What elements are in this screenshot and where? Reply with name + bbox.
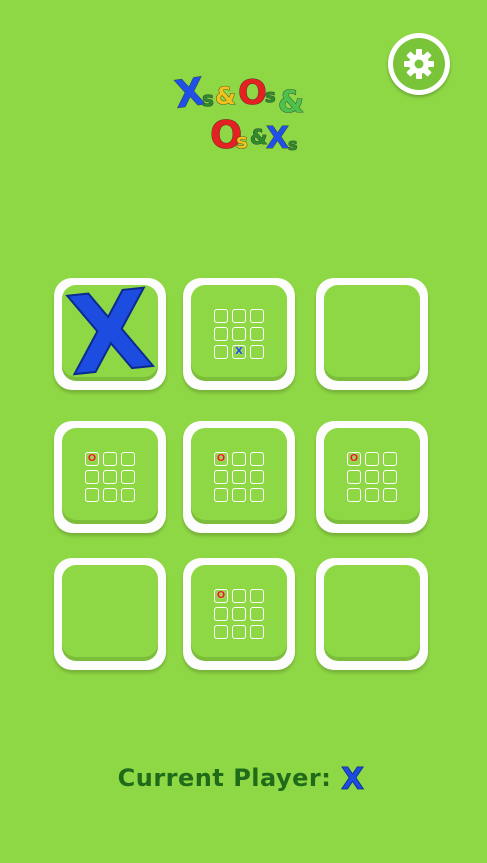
mini-cell [85, 470, 99, 484]
mini-cell [214, 345, 228, 359]
board-cell-well [62, 565, 158, 661]
mini-board: X [214, 309, 264, 359]
game-logo: X s & O s & O s & X s [170, 60, 320, 160]
board-cell[interactable]: O [316, 421, 428, 533]
board-cell[interactable] [316, 558, 428, 670]
mini-cell [232, 625, 246, 639]
mini-cell [103, 470, 117, 484]
svg-text:&: & [215, 82, 236, 110]
mini-cell: O [347, 452, 361, 466]
board-cell-well [324, 285, 420, 381]
mini-cell [121, 470, 135, 484]
mini-cell [232, 309, 246, 323]
svg-text:s: s [236, 129, 248, 153]
mini-board: O [214, 589, 264, 639]
mini-cell [232, 470, 246, 484]
mini-cell: O [214, 452, 228, 466]
mini-cell [214, 488, 228, 502]
mini-cell [103, 488, 117, 502]
mini-cell [250, 488, 264, 502]
board-cell[interactable]: X [54, 278, 166, 390]
mini-cell [365, 470, 379, 484]
mini-cell [232, 327, 246, 341]
mini-cell [250, 625, 264, 639]
svg-text:O: O [238, 73, 267, 113]
svg-text:s: s [202, 87, 214, 111]
board-cell[interactable] [54, 558, 166, 670]
mini-board: O [214, 452, 264, 502]
mini-cell [365, 452, 379, 466]
gear-icon [404, 49, 434, 79]
svg-text:X: X [266, 121, 289, 156]
mini-cell [383, 488, 397, 502]
svg-text:s: s [288, 135, 298, 154]
mini-cell [250, 589, 264, 603]
mini-cell [214, 470, 228, 484]
mini-cell [250, 309, 264, 323]
svg-text:s: s [265, 86, 276, 107]
mini-cell [250, 452, 264, 466]
board-cell[interactable]: O [54, 421, 166, 533]
current-player-x-icon: X [341, 763, 365, 793]
big-x-mark: X [62, 278, 159, 384]
mini-cell [232, 607, 246, 621]
mini-cell [232, 488, 246, 502]
current-player-status: Current Player: X [0, 760, 487, 796]
svg-text:&: & [250, 125, 267, 149]
mini-cell [250, 327, 264, 341]
mini-cell [103, 452, 117, 466]
mini-cell: O [214, 589, 228, 603]
mini-cell [85, 488, 99, 502]
board-cell[interactable]: O [183, 421, 295, 533]
mini-cell [365, 488, 379, 502]
mini-cell [214, 607, 228, 621]
board-cell[interactable]: X [183, 278, 295, 390]
settings-button[interactable] [388, 33, 450, 95]
mini-cell [383, 452, 397, 466]
mini-board: O [85, 452, 135, 502]
board-cell-well [324, 565, 420, 661]
mini-cell [232, 589, 246, 603]
mini-cell: O [85, 452, 99, 466]
mini-cell: X [232, 345, 246, 359]
mini-cell [250, 470, 264, 484]
mini-cell [214, 327, 228, 341]
mini-cell [121, 452, 135, 466]
mini-cell [250, 607, 264, 621]
mini-cell [232, 452, 246, 466]
board-cell[interactable] [316, 278, 428, 390]
mini-board: O [347, 452, 397, 502]
mini-cell [214, 309, 228, 323]
mini-cell [347, 488, 361, 502]
mini-cell [250, 345, 264, 359]
settings-button-face [393, 38, 445, 90]
svg-text:X: X [341, 763, 364, 793]
board-cell[interactable]: O [183, 558, 295, 670]
svg-text:&: & [278, 85, 304, 120]
big-x-glyph: X [62, 278, 158, 384]
mini-cell [214, 625, 228, 639]
mini-cell [121, 488, 135, 502]
mini-cell [383, 470, 397, 484]
current-player-label: Current Player: [117, 764, 332, 792]
mini-cell [347, 470, 361, 484]
